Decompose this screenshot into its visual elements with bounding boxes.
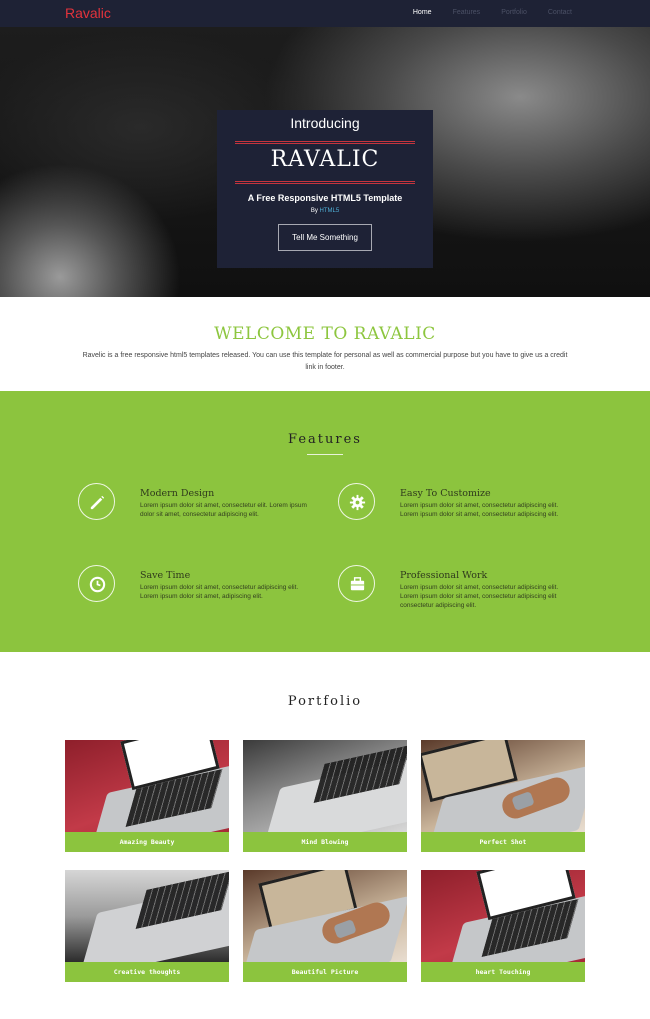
- feature-text: Lorem ipsum dolor sit amet, consectetur …: [400, 502, 559, 518]
- byline-prefix: By: [310, 208, 318, 214]
- feature-title: Save Time: [140, 570, 191, 581]
- tell-me-something-button[interactable]: Tell Me Something: [278, 224, 372, 251]
- portfolio-title: Portfolio: [287, 694, 363, 709]
- nav-links: Home Features Portfolio Contact: [392, 9, 572, 16]
- portfolio-image: [421, 870, 585, 962]
- feature-title: Easy To Customize: [400, 488, 491, 499]
- welcome-title: WELCOME TO RAVALIC: [214, 324, 436, 344]
- portfolio-item[interactable]: Perfect Shot: [421, 740, 585, 852]
- welcome-text: Ravelic is a free responsive html5 templ…: [82, 352, 568, 371]
- site-logo[interactable]: Ravalic: [65, 5, 111, 21]
- nav-link-features[interactable]: Features: [453, 9, 481, 16]
- feature-text: Lorem ipsum dolor sit amet, consectetur …: [400, 584, 559, 609]
- hero-divider-bottom: [235, 181, 415, 184]
- hero-banner: Introducing RAVALIC A Free Responsive HT…: [0, 27, 650, 297]
- portfolio-item[interactable]: Beautiful Picture: [243, 870, 407, 982]
- top-navbar: Ravalic Home Features Portfolio Contact: [0, 0, 650, 27]
- portfolio-caption: Creative thoughts: [65, 962, 229, 982]
- nav-link-portfolio[interactable]: Portfolio: [501, 9, 527, 16]
- hero-brand: RAVALIC: [270, 147, 380, 172]
- byline-link[interactable]: HTML5: [320, 208, 340, 214]
- briefcase-icon: [338, 565, 375, 602]
- features-rule: [307, 454, 343, 455]
- hero-subtitle: A Free Responsive HTML5 Template: [247, 193, 403, 203]
- portfolio-image: [421, 740, 585, 832]
- feature-title: Professional Work: [400, 570, 488, 581]
- features-title: Features: [288, 432, 362, 447]
- portfolio-item[interactable]: Creative thoughts: [65, 870, 229, 982]
- portfolio-caption: Beautiful Picture: [243, 962, 407, 982]
- gear-icon: [338, 483, 375, 520]
- hero-byline: By HTML5: [217, 208, 433, 214]
- portfolio-item[interactable]: Mind Blowing: [243, 740, 407, 852]
- feature-text: Lorem ipsum dolor sit amet, consectetur …: [140, 584, 299, 600]
- nav-link-home[interactable]: Home: [413, 9, 432, 16]
- portfolio-caption: Amazing Beauty: [65, 832, 229, 852]
- hero-divider-top: [235, 141, 415, 144]
- portfolio-item[interactable]: Amazing Beauty: [65, 740, 229, 852]
- portfolio-image: [243, 870, 407, 962]
- nav-link-contact[interactable]: Contact: [548, 9, 572, 16]
- features-section: Features Modern Design Lorem ipsum dolor…: [0, 391, 650, 652]
- portfolio-caption: Perfect Shot: [421, 832, 585, 852]
- portfolio-image: [243, 740, 407, 832]
- portfolio-caption: Mind Blowing: [243, 832, 407, 852]
- portfolio-image: [65, 870, 229, 962]
- pencil-icon: [78, 483, 115, 520]
- portfolio-item[interactable]: heart Touching: [421, 870, 585, 982]
- portfolio-caption: heart Touching: [421, 962, 585, 982]
- hero-panel: Introducing RAVALIC A Free Responsive HT…: [217, 110, 433, 268]
- clock-icon: [78, 565, 115, 602]
- feature-text: Lorem ipsum dolor sit amet, consectetur …: [140, 502, 307, 518]
- feature-title: Modern Design: [140, 488, 215, 499]
- portfolio-image: [65, 740, 229, 832]
- hero-intro: Introducing: [290, 115, 360, 131]
